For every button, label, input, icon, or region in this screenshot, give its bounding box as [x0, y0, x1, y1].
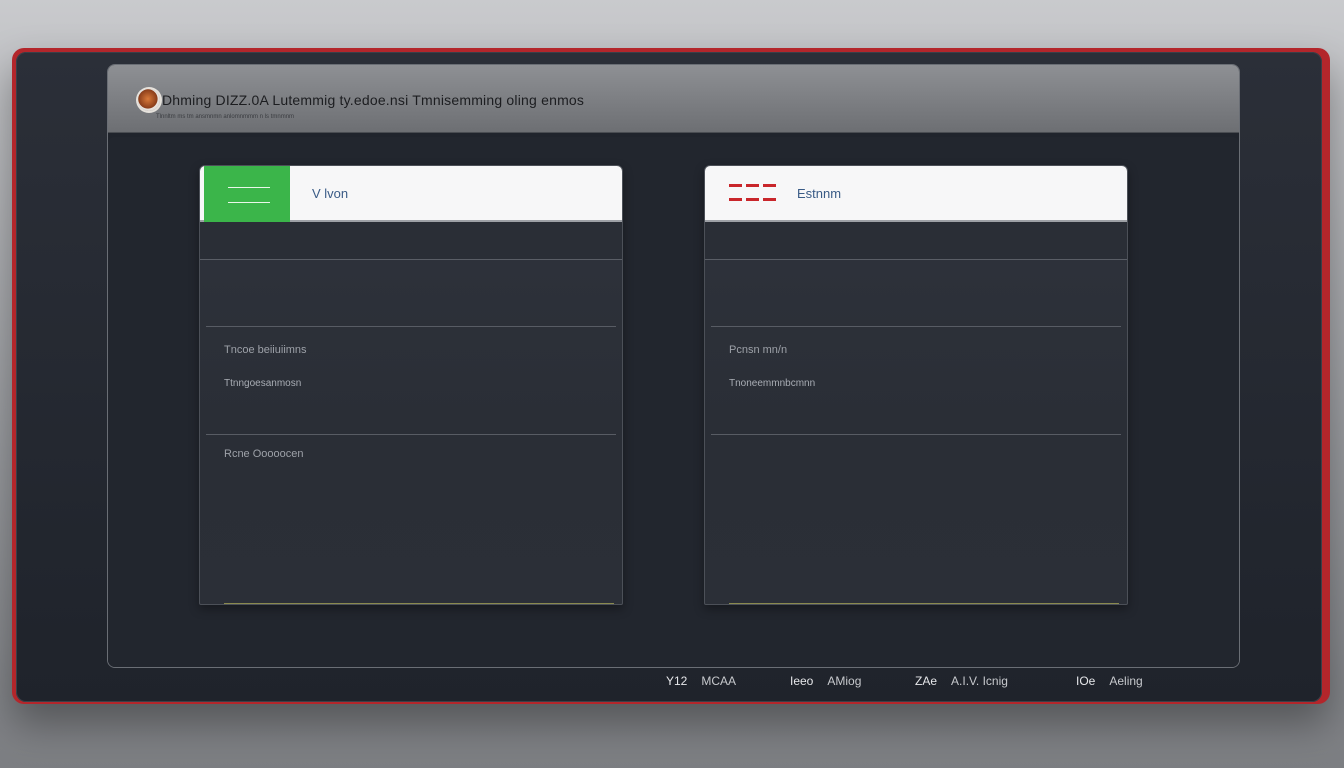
divider — [224, 603, 614, 604]
window-subtitle: Tlnnltm ms tm ansmnmn anlomnmmm n ls tmn… — [156, 114, 295, 120]
divider — [711, 434, 1121, 435]
right-panel-title: Estnnm — [797, 186, 842, 201]
right-panel-header[interactable]: Estnnm — [705, 166, 1127, 222]
status-item: Ieeo AMiog — [790, 674, 861, 688]
status-value: MCAA — [701, 674, 737, 688]
divider — [206, 434, 616, 435]
left-section-body: Ttnngoesanmosn — [224, 378, 302, 389]
right-section-body: Tnoneemmnbcmnn — [729, 378, 816, 389]
status-value: AMiog — [827, 674, 862, 688]
status-key: ZAe — [915, 674, 938, 688]
title-bar[interactable]: Dhming DIZZ.0A Lutemmig ty.edoe.nsi Tmni… — [108, 65, 1239, 133]
menu-line-icon — [228, 187, 270, 188]
app-logo-icon — [138, 89, 160, 111]
status-key: Y12 — [666, 674, 688, 688]
status-item: IOe Aeling — [1076, 674, 1143, 688]
divider — [206, 326, 616, 327]
left-section-title: Tncoe beiiuiimns — [224, 344, 307, 356]
status-key: Ieeo — [790, 674, 814, 688]
green-menu-tab[interactable] — [204, 166, 290, 222]
right-panel-toolbar — [705, 222, 1127, 260]
left-footer-label[interactable]: Rcne Ooooocen — [224, 448, 304, 460]
red-dashes-icon — [729, 182, 777, 204]
status-value: A.I.V. Icnig — [951, 674, 1008, 688]
status-item: ZAe A.I.V. Icnig — [915, 674, 1008, 688]
divider — [711, 326, 1121, 327]
divider — [729, 603, 1119, 604]
left-panel-title: V lvon — [312, 186, 349, 201]
status-item: Y12 MCAA — [666, 674, 736, 688]
status-value: Aeling — [1109, 674, 1143, 688]
left-panel-toolbar — [200, 222, 622, 260]
window-title: Dhming DIZZ.0A Lutemmig ty.edoe.nsi Tmni… — [162, 92, 585, 108]
status-key: IOe — [1076, 674, 1096, 688]
right-section-title: Pcnsn mn/n — [729, 344, 788, 356]
left-panel-header[interactable]: V lvon — [200, 166, 622, 222]
right-panel: Estnnm Pcnsn mn/n Tnoneemmnbcmnn — [704, 165, 1128, 605]
menu-line-icon — [228, 202, 270, 203]
left-panel: V lvon Tncoe beiiuiimns Ttnngoesanmosn R… — [199, 165, 623, 605]
